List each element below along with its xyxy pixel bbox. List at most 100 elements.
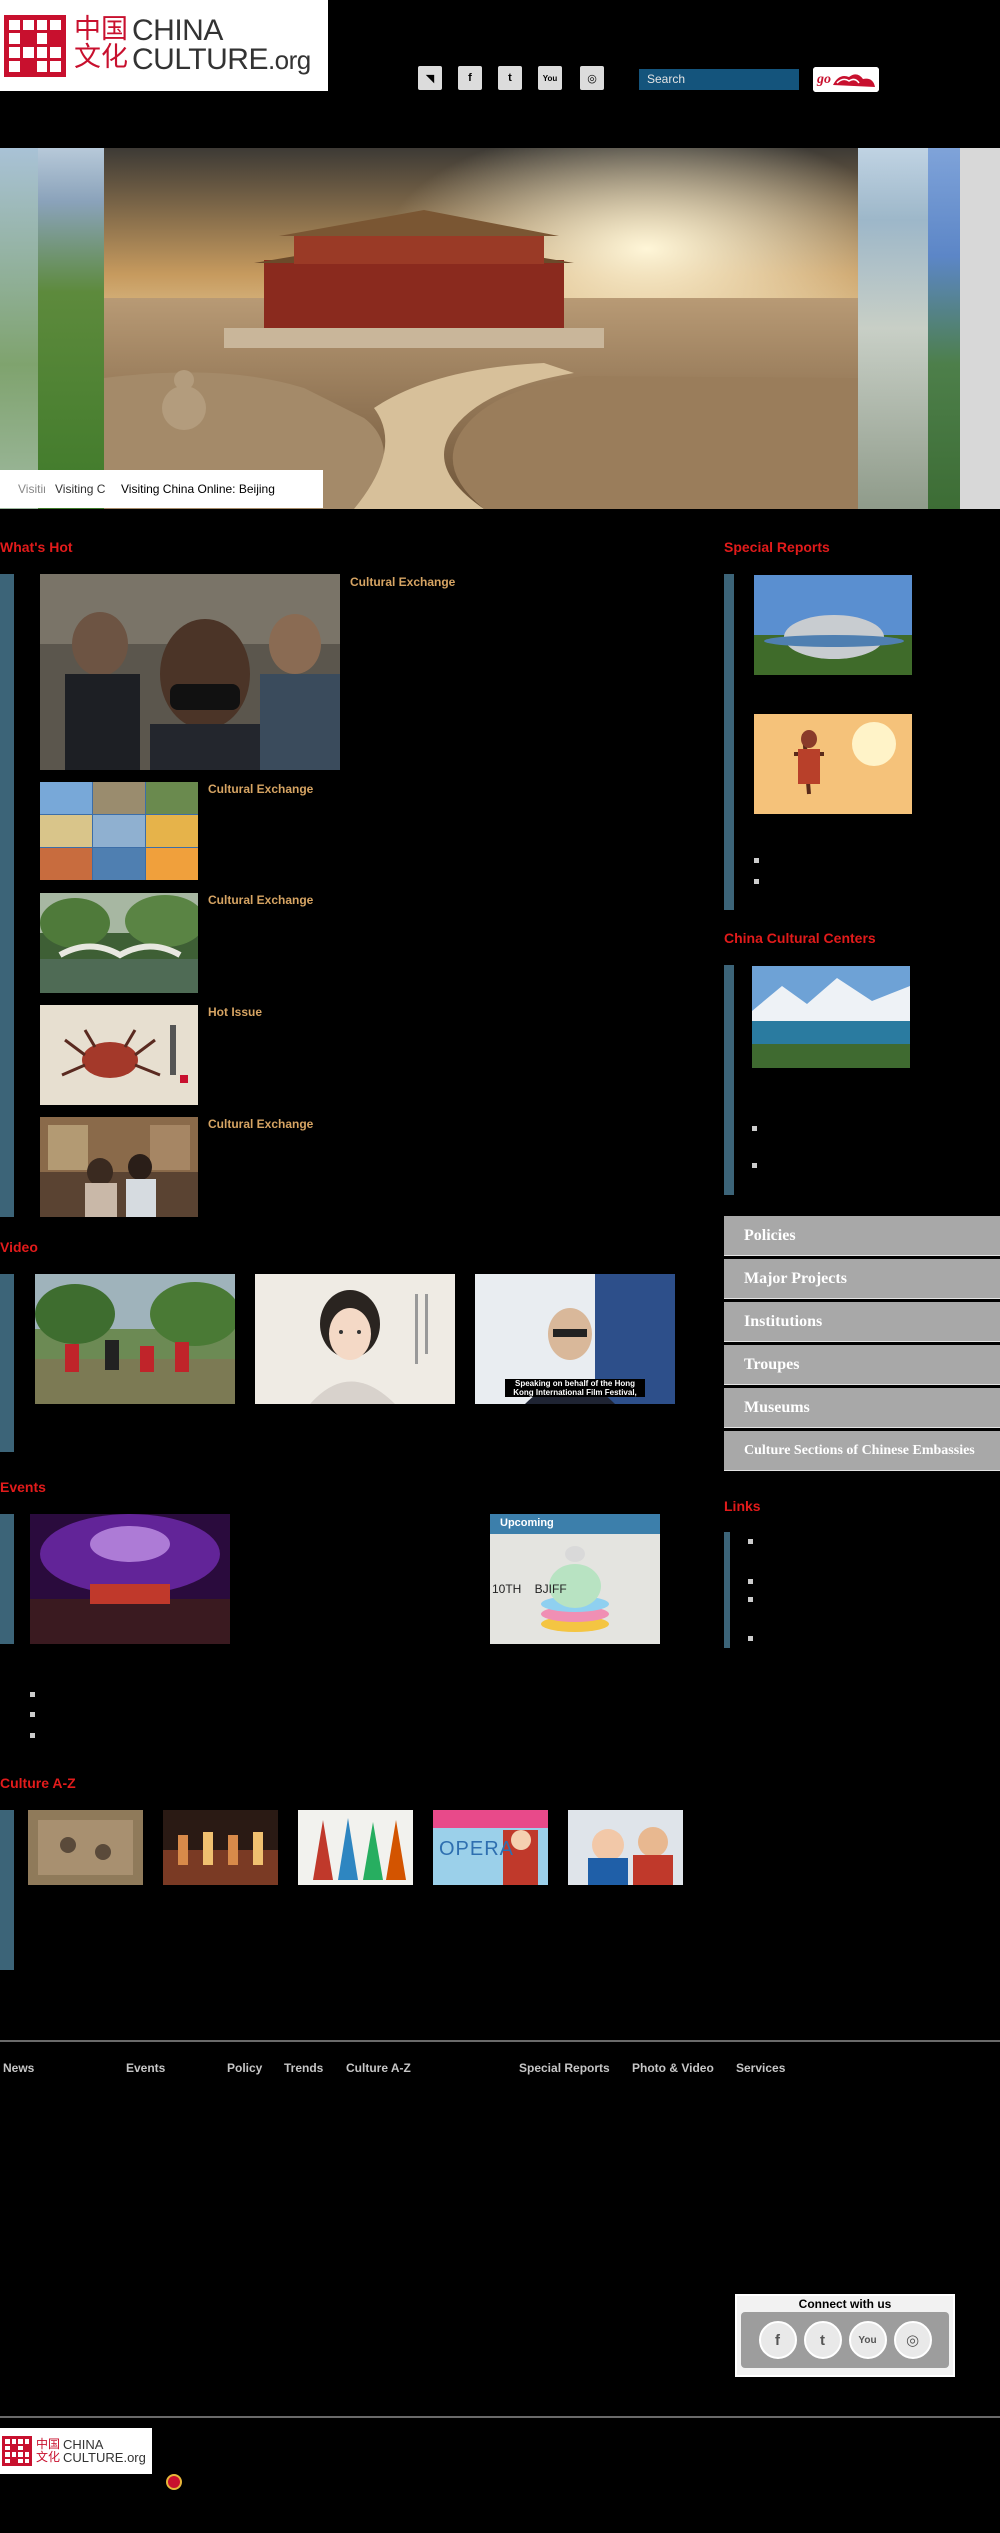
events-bar xyxy=(0,1514,14,1644)
search-input[interactable] xyxy=(639,69,799,90)
footer-divider xyxy=(0,2040,1000,2042)
footer-divider-2 xyxy=(0,2416,1000,2418)
whats-hot-image-4[interactable] xyxy=(40,1005,198,1105)
twitter-icon[interactable]: t xyxy=(498,66,522,90)
hero-carousel[interactable] xyxy=(0,148,1000,509)
links-bullet-3 xyxy=(748,1597,753,1602)
menu-institutions[interactable]: Institutions xyxy=(724,1302,1000,1342)
logo-chinese: 中国 文化 xyxy=(74,14,128,73)
whats-hot-image-5[interactable] xyxy=(40,1117,198,1217)
connect-title: Connect with us xyxy=(798,2297,892,2311)
cultural-centers-bullet-2 xyxy=(752,1163,757,1168)
video-thumb-3[interactable]: Speaking on behalf of the Hong Kong Inte… xyxy=(475,1274,675,1404)
whats-hot-tag-4[interactable]: Hot Issue xyxy=(208,1005,262,1019)
culture-az-item-5[interactable] xyxy=(568,1810,683,1885)
culture-az-item-2[interactable] xyxy=(163,1810,278,1885)
footer-link-services[interactable]: Services xyxy=(736,2061,785,2075)
footer-logo-english: CHINA CULTURE.org xyxy=(63,2437,146,2465)
hero-slide-next-2 xyxy=(928,148,960,509)
connect-with-us: Connect with us f t You ◎ xyxy=(735,2294,955,2377)
whats-hot-tag-3[interactable]: Cultural Exchange xyxy=(208,893,313,907)
footer-logo[interactable]: 中国 文化 CHINA CULTURE.org xyxy=(0,2428,152,2474)
video-bar xyxy=(0,1274,14,1452)
hero-caption-bar[interactable]: Visitin Visiting C Visiting China Online… xyxy=(0,470,323,508)
upcoming-label: Upcoming xyxy=(500,1517,554,1529)
video-thumb-1[interactable] xyxy=(35,1274,235,1404)
cultural-center-image[interactable] xyxy=(752,966,910,1068)
footer-logo-mark-icon xyxy=(2,2436,32,2466)
links-title[interactable]: Links xyxy=(724,1498,761,1514)
footer-link-special-reports[interactable]: Special Reports xyxy=(519,2061,610,2075)
links-bar xyxy=(724,1532,730,1648)
menu-troupes[interactable]: Troupes xyxy=(724,1345,1000,1385)
menu-museums[interactable]: Museums xyxy=(724,1388,1000,1428)
video-thumb-2[interactable] xyxy=(255,1274,455,1404)
events-title[interactable]: Events xyxy=(0,1479,46,1495)
footer-link-news[interactable]: News xyxy=(3,2061,34,2075)
youtube-icon[interactable]: You xyxy=(538,66,562,90)
special-report-image-2[interactable] xyxy=(754,714,912,814)
culture-az-bar xyxy=(0,1810,14,1970)
video-subtitle: Speaking on behalf of the Hong Kong Inte… xyxy=(513,1379,637,1397)
youtube-icon[interactable]: You xyxy=(848,2321,887,2359)
footer-link-culture-az[interactable]: Culture A-Z xyxy=(346,2061,411,2075)
whats-hot-bar xyxy=(0,574,14,1217)
menu-culture-sections[interactable]: Culture Sections of Chinese Embassies xyxy=(724,1431,1000,1471)
whats-hot-tag-5[interactable]: Cultural Exchange xyxy=(208,1117,313,1131)
events-bullet-3 xyxy=(30,1733,35,1738)
video-title[interactable]: Video xyxy=(0,1239,38,1255)
culture-az-item-1[interactable] xyxy=(28,1810,143,1885)
logo-english: CHINA CULTURE.org xyxy=(132,14,311,76)
events-bullet-1 xyxy=(30,1692,35,1697)
footer-link-trends[interactable]: Trends xyxy=(284,2061,323,2075)
footer-link-photo-video[interactable]: Photo & Video xyxy=(632,2061,714,2075)
menu-major-projects[interactable]: Major Projects xyxy=(724,1259,1000,1299)
whats-hot-image-2[interactable] xyxy=(40,782,198,880)
cultural-centers-bullet-1 xyxy=(752,1126,757,1131)
cultural-centers-bar xyxy=(724,965,734,1195)
go-button[interactable]: go xyxy=(813,67,879,92)
hero-caption-1[interactable]: Visitin xyxy=(0,482,45,496)
culture-az-item-4[interactable]: OPERA xyxy=(433,1810,548,1885)
logo-mark-icon xyxy=(4,14,66,77)
hero-slide-prev-2 xyxy=(0,148,38,509)
culture-az-item-3[interactable] xyxy=(298,1810,413,1885)
instagram-icon[interactable]: ◎ xyxy=(893,2321,932,2359)
police-badge-icon[interactable] xyxy=(166,2474,182,2490)
facebook-icon[interactable]: f xyxy=(458,66,482,90)
site-logo[interactable]: 中国 文化 CHINA CULTURE.org xyxy=(0,0,328,91)
special-reports-bar xyxy=(724,574,734,910)
footer-link-events[interactable]: Events xyxy=(126,2061,165,2075)
svg-text:go: go xyxy=(816,72,831,87)
menu-policies[interactable]: Policies xyxy=(724,1216,1000,1256)
hero-slide-next-3 xyxy=(960,148,1000,509)
event-image-1[interactable] xyxy=(30,1514,230,1644)
special-reports-bullet-1 xyxy=(754,858,759,863)
footer-logo-chinese: 中国 文化 xyxy=(36,2437,61,2464)
whats-hot-tag-1[interactable]: Cultural Exchange xyxy=(350,575,455,589)
special-reports-bullet-2 xyxy=(754,879,759,884)
hero-caption-3[interactable]: Visiting China Online: Beijing xyxy=(107,482,275,496)
links-bullet-4 xyxy=(748,1636,753,1641)
whats-hot-image-3[interactable] xyxy=(40,893,198,993)
whats-hot-title[interactable]: What's Hot xyxy=(0,539,73,555)
hero-slide-prev-1 xyxy=(38,148,104,509)
whats-hot-tag-2[interactable]: Cultural Exchange xyxy=(208,782,313,796)
cultural-centers-title[interactable]: China Cultural Centers xyxy=(724,930,876,946)
whats-hot-image-1[interactable] xyxy=(40,574,340,770)
poster-text: 10TH BJIFF xyxy=(492,1582,567,1596)
culture-az-title[interactable]: Culture A-Z xyxy=(0,1775,76,1791)
hero-image xyxy=(104,148,858,509)
twitter-icon[interactable]: t xyxy=(803,2321,842,2359)
hero-caption-2[interactable]: Visiting C xyxy=(45,482,107,496)
instagram-icon[interactable]: ◎ xyxy=(580,66,604,90)
rss-icon[interactable]: ◥ xyxy=(418,66,442,90)
event-poster-upcoming[interactable]: Upcoming 10TH BJIFF xyxy=(490,1514,660,1644)
facebook-icon[interactable]: f xyxy=(758,2321,797,2359)
footer-link-policy[interactable]: Policy xyxy=(227,2061,262,2075)
hero-slide-next-1 xyxy=(858,148,928,509)
opera-label: OPERA xyxy=(439,1838,515,1860)
special-report-image-1[interactable] xyxy=(754,575,912,675)
special-reports-title[interactable]: Special Reports xyxy=(724,539,830,555)
links-bullet-2 xyxy=(748,1579,753,1584)
